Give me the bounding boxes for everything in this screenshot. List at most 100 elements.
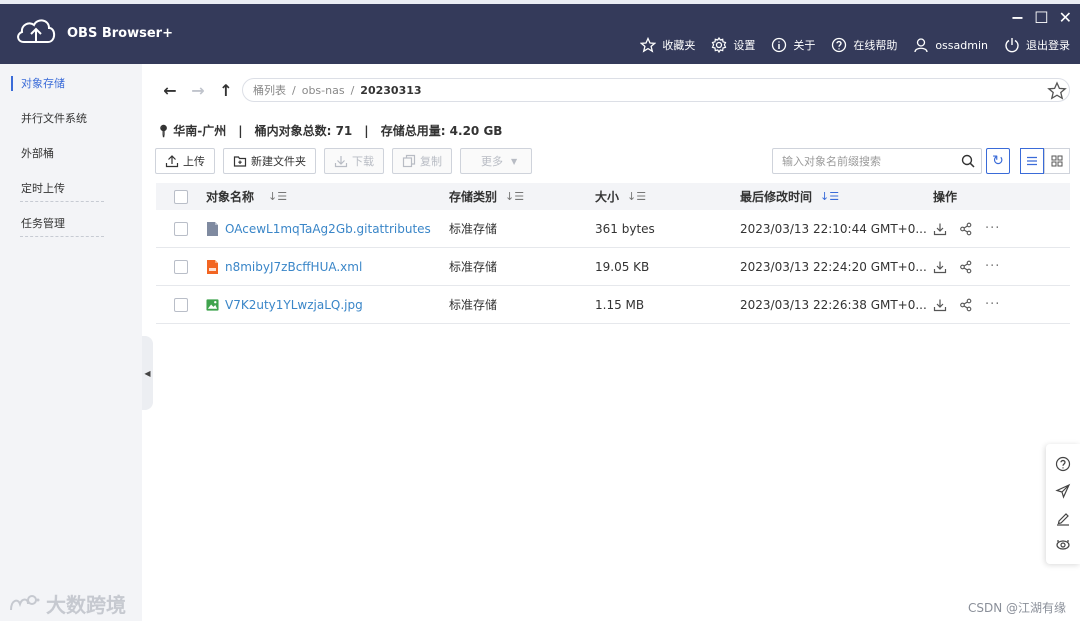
download-label: 下载 xyxy=(352,155,374,168)
select-all-checkbox[interactable] xyxy=(174,189,188,204)
object-name-link[interactable]: OAcewL1mqTaAg2Gb.gitattributes xyxy=(225,222,431,236)
search-box xyxy=(772,148,982,174)
sort-active-icon[interactable]: ↓☰ xyxy=(820,190,839,203)
back-button[interactable]: ← xyxy=(160,80,180,100)
download-icon[interactable] xyxy=(933,222,947,236)
sidebar-item-parallel-fs[interactable]: 并行文件系统 xyxy=(0,101,142,136)
logout-label: 退出登录 xyxy=(1026,39,1070,52)
column-label: 操作 xyxy=(933,190,958,204)
grid-view-icon xyxy=(1051,155,1063,167)
search-icon[interactable] xyxy=(961,154,975,168)
more-actions-icon[interactable]: ··· xyxy=(985,259,1000,274)
chevron-down-icon: ▼ xyxy=(511,156,518,166)
breadcrumb-root[interactable]: 桶列表 xyxy=(253,82,286,98)
bucket-region: 华南-广州 xyxy=(173,124,227,138)
download-button[interactable]: 下载 xyxy=(324,148,384,174)
column-header-name[interactable]: 对象名称 ↓☰ xyxy=(206,188,449,205)
arrow-right-icon: → xyxy=(191,80,205,100)
bucket-info: 📍︎ 华南-广州 | 桶内对象总数: 71 | 存储总用量: 4.20 GB xyxy=(156,122,502,139)
modified-time: 2023/03/13 22:24:20 GMT+0... xyxy=(740,259,927,274)
user-icon xyxy=(914,38,928,53)
object-name-link[interactable]: V7K2uty1YLwzjaLQ.jpg xyxy=(225,298,363,312)
download-icon[interactable] xyxy=(933,260,947,274)
column-header-size[interactable]: 大小 ↓☰ xyxy=(595,188,740,205)
edit-pen-icon[interactable] xyxy=(1055,510,1071,526)
object-name-link[interactable]: n8mibyJ7zBcffHUA.xml xyxy=(225,260,362,274)
breadcrumb-bucket[interactable]: obs-nas xyxy=(302,84,345,97)
close-button[interactable]: ✕ xyxy=(1059,8,1072,27)
sidebar: 对象存储 并行文件系统 外部桶 定时上传 任务管理 大数跨境 xyxy=(0,64,142,621)
object-table: 对象名称 ↓☰ 存储类别 ↓☰ 大小 ↓☰ 最后修改时间 ↓☰ 操作 OAcewL1mq… xyxy=(156,183,1070,324)
sidebar-item-scheduled-upload[interactable]: 定时上传 xyxy=(0,171,142,206)
username: ossadmin xyxy=(935,38,988,52)
settings-label: 设置 xyxy=(733,39,756,52)
help-menu[interactable]: 在线帮助 xyxy=(831,37,897,53)
more-actions-icon[interactable]: ··· xyxy=(985,221,1000,236)
storage-class: 标准存储 xyxy=(449,222,498,236)
table-row[interactable]: V7K2uty1YLwzjaLQ.jpg 标准存储 1.15 MB 2023/0… xyxy=(156,286,1070,324)
logout-menu[interactable]: 退出登录 xyxy=(1004,37,1070,53)
table-header: 对象名称 ↓☰ 存储类别 ↓☰ 大小 ↓☰ 最后修改时间 ↓☰ 操作 xyxy=(156,183,1070,210)
sort-icon[interactable]: ↓☰ xyxy=(627,190,646,203)
row-checkbox[interactable] xyxy=(174,297,188,312)
modified-time: 2023/03/13 22:10:44 GMT+0... xyxy=(740,221,927,236)
favorite-star-icon[interactable] xyxy=(1047,81,1067,101)
footer-credit: CSDN @江湖有缘 xyxy=(968,601,1067,615)
object-size: 361 bytes xyxy=(595,221,655,236)
sort-icon[interactable]: ↓☰ xyxy=(505,190,524,203)
new-folder-icon xyxy=(233,156,247,167)
table-row[interactable]: OAcewL1mqTaAg2Gb.gitattributes 标准存储 361 … xyxy=(156,210,1070,248)
caret-left-icon: ◀ xyxy=(144,368,151,378)
download-icon xyxy=(334,156,348,168)
new-folder-button[interactable]: 新建文件夹 xyxy=(223,148,316,174)
row-checkbox[interactable] xyxy=(174,259,188,274)
column-header-storage-class[interactable]: 存储类别 ↓☰ xyxy=(449,188,595,205)
generic-file-icon xyxy=(207,221,218,236)
more-dropdown[interactable]: 更多 ▼ xyxy=(460,148,533,174)
header-menu: 收藏夹 设置 关于 在线帮助 ossadmin 退出登录 xyxy=(640,37,1070,53)
share-icon[interactable] xyxy=(959,260,973,274)
favorites-menu[interactable]: 收藏夹 xyxy=(640,37,695,53)
sidebar-item-task-management[interactable]: 任务管理 xyxy=(0,206,142,241)
sidebar-item-label: 并行文件系统 xyxy=(21,112,87,125)
favorites-label: 收藏夹 xyxy=(662,39,696,52)
new-folder-label: 新建文件夹 xyxy=(251,155,306,168)
window-top-edge xyxy=(0,0,1080,4)
upload-label: 上传 xyxy=(183,155,205,168)
send-feedback-icon[interactable] xyxy=(1055,483,1071,499)
sidebar-collapse-handle[interactable]: ◀ xyxy=(142,336,153,410)
list-view-button[interactable] xyxy=(1020,148,1044,174)
download-icon[interactable] xyxy=(933,298,947,312)
storage-class: 标准存储 xyxy=(449,298,498,312)
more-actions-icon[interactable]: ··· xyxy=(985,297,1000,312)
refresh-button[interactable]: ↻ xyxy=(986,148,1010,174)
support-headset-icon[interactable] xyxy=(1055,537,1071,553)
upload-button[interactable]: 上传 xyxy=(155,148,215,174)
toolbar: 上传 新建文件夹 下载 复制 更多 ▼ xyxy=(155,148,533,174)
up-button[interactable]: ↑ xyxy=(216,80,236,100)
row-checkbox[interactable] xyxy=(174,221,188,236)
settings-menu[interactable]: 设置 xyxy=(711,37,755,53)
sidebar-item-external-bucket[interactable]: 外部桶 xyxy=(0,136,142,171)
share-icon[interactable] xyxy=(959,222,973,236)
grid-view-button[interactable] xyxy=(1044,148,1070,174)
help-circle-icon[interactable] xyxy=(1055,456,1071,472)
sidebar-item-object-storage[interactable]: 对象存储 xyxy=(0,66,142,101)
column-header-modified[interactable]: 最后修改时间 ↓☰ xyxy=(740,188,933,205)
minimize-button[interactable]: − xyxy=(1011,8,1024,27)
table-row[interactable]: n8mibyJ7zBcffHUA.xml 标准存储 19.05 KB 2023/… xyxy=(156,248,1070,286)
navigation-bar: ← → ↑ 桶列表 / obs-nas / 20230313 xyxy=(160,78,1070,102)
share-icon[interactable] xyxy=(959,298,973,312)
column-label: 最后修改时间 xyxy=(740,190,813,204)
object-count: 桶内对象总数: 71 xyxy=(254,124,353,138)
search-input[interactable] xyxy=(773,149,943,173)
maximize-button[interactable]: ☐ xyxy=(1034,8,1048,27)
sort-icon[interactable]: ↓☰ xyxy=(268,190,287,203)
user-menu[interactable]: ossadmin xyxy=(913,37,988,53)
breadcrumb-current: 20230313 xyxy=(360,83,422,97)
column-label: 大小 xyxy=(595,190,620,204)
sidebar-item-label: 定时上传 xyxy=(21,182,65,195)
about-menu[interactable]: 关于 xyxy=(771,37,815,53)
forward-button[interactable]: → xyxy=(188,80,208,100)
copy-button[interactable]: 复制 xyxy=(392,148,452,174)
